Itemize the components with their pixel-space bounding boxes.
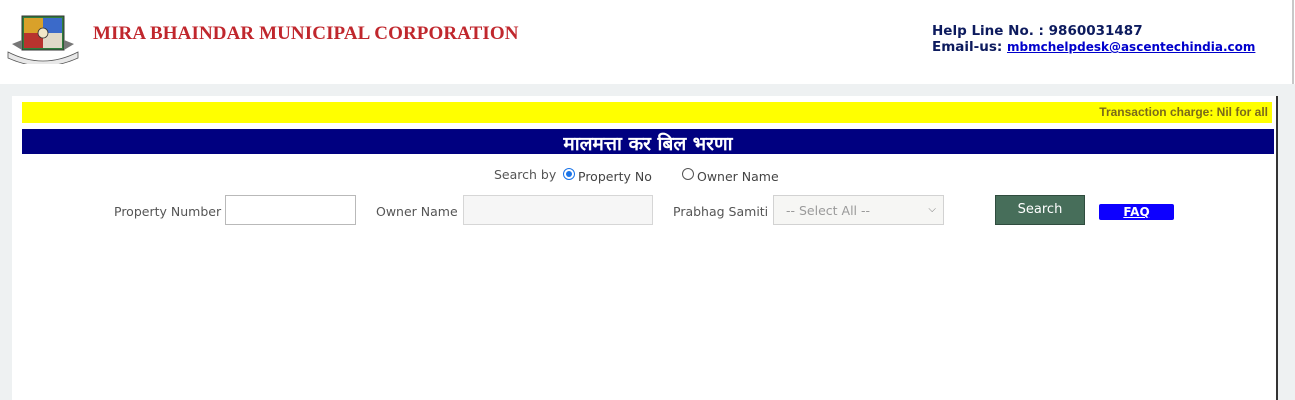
owner-name-label: Owner Name : xyxy=(376,204,466,219)
header-right-rule xyxy=(1292,0,1294,84)
email-line: Email-us: mbmchelpdesk@ascentechindia.co… xyxy=(932,39,1255,55)
corporation-logo-icon xyxy=(7,15,79,64)
radio-property-no[interactable] xyxy=(563,168,575,180)
email-label: Email-us: xyxy=(932,39,1008,55)
prabhag-samiti-selected: -- Select All -- xyxy=(786,203,871,218)
property-number-label: Property Number : xyxy=(114,204,230,219)
prabhag-samiti-select[interactable]: -- Select All -- ⌵ xyxy=(773,195,944,225)
search-by-label: Search by xyxy=(494,167,557,182)
helpline-label: Help Line No. : xyxy=(932,23,1049,39)
radio-owner-name-label: Owner Name xyxy=(697,169,779,184)
radio-owner-name[interactable] xyxy=(682,168,694,180)
helpline-line: Help Line No. : 9860031487 xyxy=(932,23,1255,39)
header: MIRA BHAINDAR MUNICIPAL CORPORATION Help… xyxy=(0,0,1295,84)
title-bar: मालमत्ता कर बिल भरणा xyxy=(22,129,1274,155)
prabhag-samiti-label: Prabhag Samiti : xyxy=(673,204,777,219)
faq-button[interactable]: FAQ xyxy=(1099,204,1174,220)
chevron-down-icon: ⌵ xyxy=(928,204,936,215)
radio-property-no-label: Property No xyxy=(578,169,652,184)
helpline-block: Help Line No. : 9860031487 Email-us: mbm… xyxy=(932,23,1255,55)
transaction-charge-bar: Transaction charge: Nil for all xyxy=(22,102,1272,123)
owner-name-input[interactable] xyxy=(463,195,653,225)
search-button[interactable]: Search xyxy=(995,195,1085,225)
org-name: MIRA BHAINDAR MUNICIPAL CORPORATION xyxy=(93,23,519,44)
email-link[interactable]: mbmchelpdesk@ascentechindia.com xyxy=(1007,40,1255,54)
helpline-number: 9860031487 xyxy=(1048,23,1143,39)
panel-right-border xyxy=(1276,96,1278,400)
page-title: मालमत्ता कर बिल भरणा xyxy=(563,133,733,155)
property-number-input[interactable] xyxy=(225,195,356,225)
transaction-charge-text: Transaction charge: Nil for all xyxy=(1099,105,1268,119)
